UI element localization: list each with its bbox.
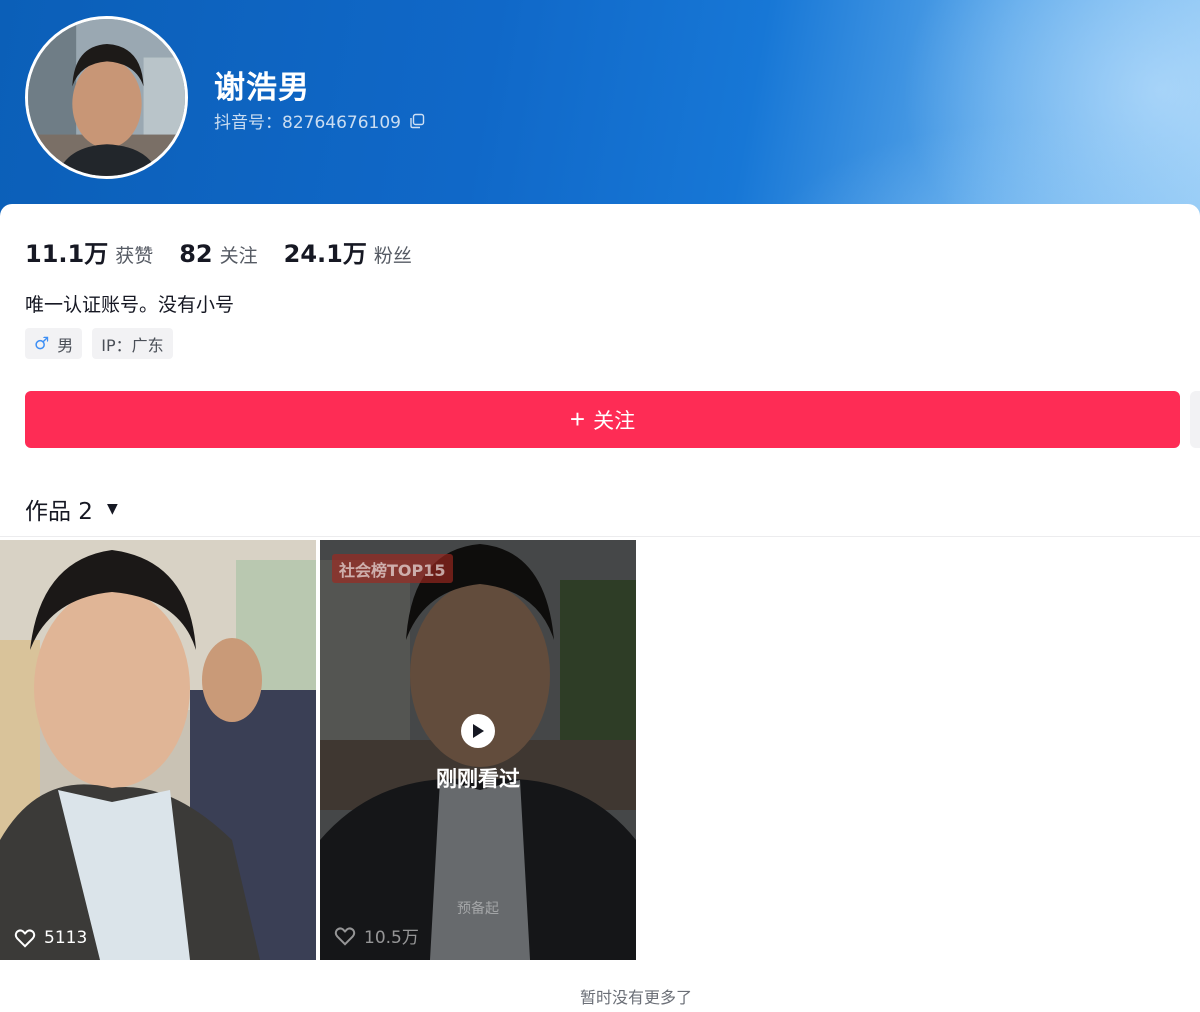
divider bbox=[0, 536, 1200, 537]
avatar-photo bbox=[28, 19, 185, 176]
stat-label: 关注 bbox=[219, 245, 258, 267]
copy-icon[interactable] bbox=[409, 113, 425, 129]
heart-icon bbox=[334, 926, 356, 946]
profile-card: 11.1万 获赞 82 关注 24.1万 粉丝 唯一认证账号。没有小号 ♂ 男 … bbox=[0, 204, 1200, 1012]
like-count: 10.5万 bbox=[334, 923, 419, 948]
like-count: 5113 bbox=[14, 928, 87, 948]
watched-overlay bbox=[320, 540, 636, 960]
plus-icon: + bbox=[569, 403, 586, 434]
avatar[interactable] bbox=[25, 16, 188, 179]
video-subtitle: 预备起 bbox=[457, 901, 499, 917]
tab-works-label: 作品 2 bbox=[25, 499, 93, 525]
heart-icon bbox=[14, 929, 36, 948]
gender-tag-label: 男 bbox=[57, 335, 74, 355]
stat-followers[interactable]: 24.1万 粉丝 bbox=[284, 234, 412, 269]
male-icon: ♂ bbox=[34, 333, 50, 354]
gender-tag: ♂ 男 bbox=[25, 328, 83, 359]
stat-label: 获赞 bbox=[115, 245, 154, 267]
works-grid: 5113 社会榜TOP15 刚刚看过 预备起 10.5万 bbox=[0, 540, 636, 960]
profile-header: 谢浩男 抖音号：82764676109 bbox=[0, 0, 1200, 230]
profile-tags: ♂ 男 IP：广东 bbox=[25, 328, 173, 359]
douyin-id: 抖音号：82764676109 bbox=[214, 108, 425, 133]
like-count-value: 5113 bbox=[44, 928, 88, 948]
tab-works[interactable]: 作品 2 ▼ bbox=[25, 492, 118, 526]
more-options-button[interactable] bbox=[1190, 391, 1200, 448]
video-thumbnail bbox=[0, 540, 316, 960]
douyin-id-text: 抖音号：82764676109 bbox=[214, 113, 401, 133]
ip-tag-label: IP：广东 bbox=[101, 335, 164, 355]
stat-following[interactable]: 82 关注 bbox=[179, 240, 257, 268]
stats-row: 11.1万 获赞 82 关注 24.1万 粉丝 bbox=[25, 234, 412, 269]
follow-button[interactable]: + 关注 bbox=[25, 391, 1180, 448]
watched-label: 刚刚看过 bbox=[436, 767, 520, 791]
follow-button-label: 关注 bbox=[593, 409, 636, 433]
caret-down-icon: ▼ bbox=[106, 501, 118, 517]
stat-label: 粉丝 bbox=[373, 245, 412, 267]
video-card[interactable]: 社会榜TOP15 刚刚看过 预备起 10.5万 bbox=[320, 540, 636, 960]
bio: 唯一认证账号。没有小号 bbox=[25, 294, 235, 316]
end-of-list-note: 暂时没有更多了 bbox=[579, 988, 692, 1007]
like-count-value: 10.5万 bbox=[364, 928, 419, 948]
stat-value: 24.1万 bbox=[283, 240, 367, 268]
stat-value: 82 bbox=[179, 240, 213, 268]
stat-likes[interactable]: 11.1万 获赞 bbox=[25, 234, 153, 269]
video-card[interactable]: 5113 bbox=[0, 540, 316, 960]
nickname: 谢浩男 bbox=[214, 70, 310, 106]
stat-value: 11.1万 bbox=[25, 240, 109, 268]
ranking-badge: 社会榜TOP15 bbox=[332, 554, 453, 583]
ip-tag: IP：广东 bbox=[92, 328, 173, 359]
play-icon[interactable] bbox=[461, 714, 495, 748]
